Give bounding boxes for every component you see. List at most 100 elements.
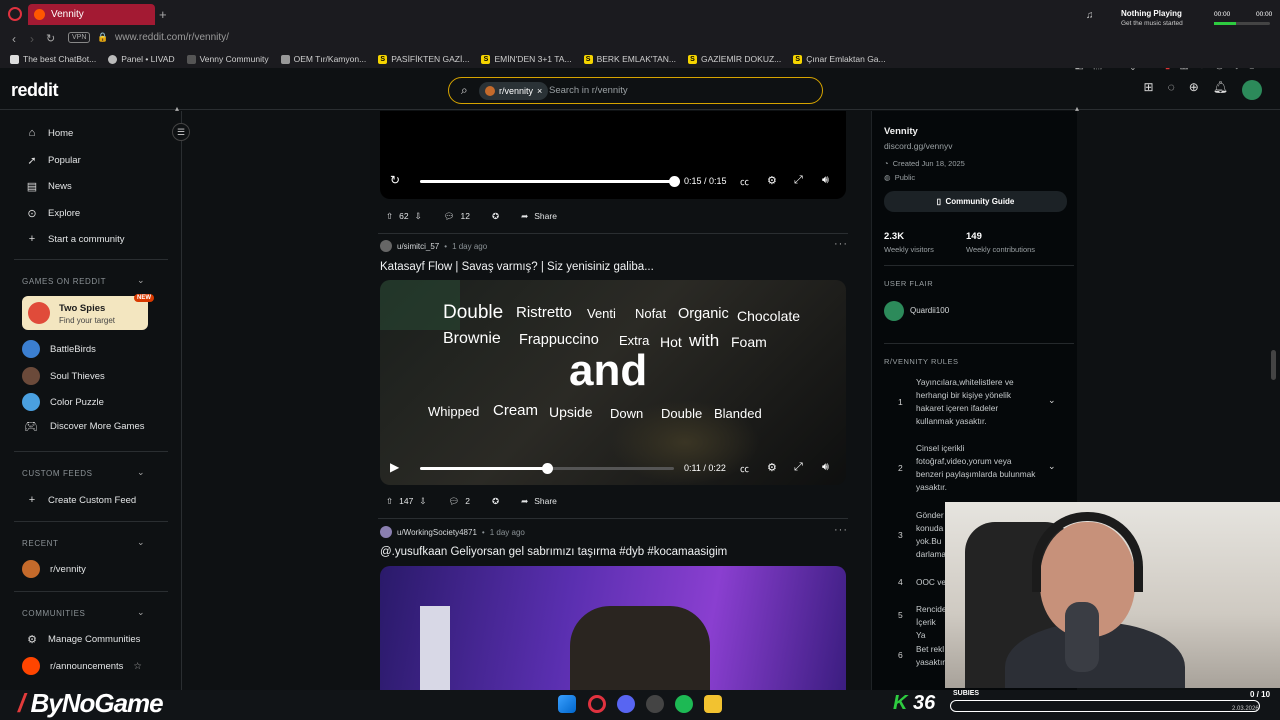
flair-avatar[interactable] xyxy=(884,301,904,321)
browser-tab[interactable]: Vennity xyxy=(28,4,155,25)
sidebar-discover-games[interactable]: 🎮︎ Discover More Games xyxy=(22,420,144,433)
windows-start-icon[interactable] xyxy=(558,695,576,713)
community-name[interactable]: Vennity xyxy=(884,126,918,137)
chevron-down-icon[interactable]: ⌄ xyxy=(1048,395,1056,406)
bookmark-item[interactable]: OEM Tır/Kamyon... xyxy=(280,54,366,64)
sidebar-game-soul-thieves[interactable]: Soul Thieves xyxy=(22,367,105,385)
fullscreen-icon[interactable]: ⤢ xyxy=(794,174,803,187)
captions-icon[interactable]: ㏄ xyxy=(740,175,749,188)
chevron-down-icon[interactable]: ⌄ xyxy=(1048,461,1056,472)
bookmark-item[interactable]: S GAZİEMİR DOKUZ... xyxy=(687,54,781,64)
sidebar-game-color-puzzle[interactable]: Color Puzzle xyxy=(22,393,104,411)
opera-logo-icon[interactable] xyxy=(8,7,22,21)
rule-text[interactable]: Gönder konuda yok.Bu darlama xyxy=(916,509,946,561)
reload-icon[interactable]: ↻ xyxy=(46,32,55,45)
rule-text[interactable]: OOC ve xyxy=(916,576,946,589)
post-options-icon[interactable]: ··· xyxy=(834,524,848,536)
video-progress[interactable] xyxy=(420,176,680,187)
sidebar-item-explore[interactable]: ⊙ Explore xyxy=(26,207,80,220)
scroll-up-icon[interactable]: ▴ xyxy=(175,104,179,113)
vpn-badge[interactable]: VPN xyxy=(68,32,91,43)
search-box[interactable]: ⌕ r/vennity × Search in r/vennity xyxy=(448,77,823,104)
bookmark-item[interactable]: Panel • LIVAD xyxy=(108,54,175,64)
url-field[interactable]: www.reddit.com/r/vennity/ xyxy=(115,32,229,43)
bookmark-item[interactable]: S EMİN'DEN 3+1 TA... xyxy=(481,54,572,64)
scroll-up-icon[interactable]: ▴ xyxy=(1075,104,1079,113)
star-icon[interactable]: ☆ xyxy=(133,661,142,672)
sidebar-item-news[interactable]: ▤ News xyxy=(26,180,72,193)
fullscreen-icon[interactable]: ⤢ xyxy=(794,461,803,474)
chip-close-icon[interactable]: × xyxy=(537,86,542,96)
settings-gear-icon[interactable]: ⚙ xyxy=(767,174,777,187)
file-explorer-icon[interactable] xyxy=(704,695,722,713)
share-button[interactable]: ➦ Share xyxy=(515,491,563,511)
sidebar-item-start-community[interactable]: + Start a community xyxy=(26,233,125,245)
community-announcements[interactable]: r/announcements ☆ xyxy=(22,657,142,675)
video-progress[interactable] xyxy=(420,463,674,474)
forward-icon[interactable]: › xyxy=(30,32,34,46)
collapse-sidebar-icon[interactable]: ☰ xyxy=(172,123,190,141)
award-button[interactable]: ✪ xyxy=(486,491,505,511)
sidebar-game-battlebirds[interactable]: BattleBirds xyxy=(22,340,96,358)
award-button[interactable]: ✪ xyxy=(486,206,505,226)
recent-header[interactable]: RECENT xyxy=(22,539,59,548)
comments-button[interactable]: 💬︎ 2 xyxy=(442,491,476,511)
chat-icon[interactable]: ◌ xyxy=(1168,80,1175,100)
obs-icon[interactable] xyxy=(646,695,664,713)
chevron-down-icon[interactable]: ⌄ xyxy=(137,607,145,618)
post-video[interactable] xyxy=(380,566,846,690)
bookmark-item[interactable]: Venny Community xyxy=(186,54,269,64)
community-guide-button[interactable]: ▯ Community Guide xyxy=(884,191,1067,212)
post-options-icon[interactable]: ··· xyxy=(834,238,848,250)
music-volume-bar[interactable] xyxy=(1214,22,1270,25)
play-icon[interactable]: ▶ xyxy=(390,460,399,474)
sidebar-item-popular[interactable]: ➚ Popular xyxy=(26,154,80,167)
notifications-icon[interactable]: 🔔︎ xyxy=(1213,80,1228,100)
back-icon[interactable]: ‹ xyxy=(12,32,16,46)
sidebar-item-home[interactable]: ⌂ Home xyxy=(26,127,74,139)
captions-icon[interactable]: ㏄ xyxy=(740,462,749,475)
chevron-down-icon[interactable]: ⌄ xyxy=(137,537,145,548)
featured-game-card[interactable]: Two Spies Find your target xyxy=(22,296,148,330)
chevron-down-icon[interactable]: ⌄ xyxy=(137,467,145,478)
reddit-logo[interactable]: reddit xyxy=(11,80,59,101)
communities-header[interactable]: COMMUNITIES xyxy=(22,609,86,618)
chevron-down-icon[interactable]: ⌄ xyxy=(137,275,145,286)
downvote-icon[interactable]: ⇩ xyxy=(415,211,422,222)
create-custom-feed[interactable]: + Create Custom Feed xyxy=(26,494,136,506)
page-scrollbar[interactable] xyxy=(1271,350,1276,380)
share-button[interactable]: ➦ Share xyxy=(515,206,563,226)
bookmark-item[interactable]: The best ChatBot... xyxy=(10,54,96,64)
new-tab-icon[interactable]: + xyxy=(159,7,167,22)
author-avatar[interactable] xyxy=(380,526,392,538)
rule-text[interactable]: Rencide İçerik Ya xyxy=(916,603,946,642)
upvote-icon[interactable]: ⇧ xyxy=(386,496,393,507)
replay-icon[interactable]: ↻ xyxy=(390,173,400,187)
advertise-icon[interactable]: ⊞ xyxy=(1144,80,1154,100)
post-author[interactable]: u/simitci_57 xyxy=(397,242,439,251)
search-community-chip[interactable]: r/vennity × xyxy=(479,82,549,100)
downvote-icon[interactable]: ⇩ xyxy=(419,496,426,507)
community-link[interactable]: discord.gg/vennyv xyxy=(884,141,953,151)
discord-icon[interactable] xyxy=(617,695,635,713)
author-avatar[interactable] xyxy=(380,240,392,252)
volume-icon[interactable]: 🔊︎ xyxy=(822,174,829,187)
user-avatar[interactable] xyxy=(1242,80,1262,100)
rule-text[interactable]: Cinsel içerikli fotoğraf,video,yorum vey… xyxy=(916,442,1036,494)
custom-feeds-header[interactable]: CUSTOM FEEDS xyxy=(22,469,93,478)
spotify-icon[interactable] xyxy=(675,695,693,713)
opera-taskbar-icon[interactable] xyxy=(588,695,606,713)
lock-icon[interactable]: 🔒 xyxy=(97,32,108,43)
flair-username[interactable]: Quardii100 xyxy=(910,306,949,315)
bookmark-item[interactable]: S PASİFİKTEN GAZİ... xyxy=(378,54,469,64)
games-header[interactable]: GAMES ON REDDIT xyxy=(22,277,106,286)
post-author[interactable]: u/WorkingSociety4871 xyxy=(397,528,477,537)
comments-button[interactable]: 💬︎ 12 xyxy=(438,206,476,226)
post-title[interactable]: Katasayf Flow | Savaş varmış? | Siz yeni… xyxy=(380,261,654,273)
create-post-icon[interactable]: ⊕ xyxy=(1189,80,1199,100)
upvote-icon[interactable]: ⇧ xyxy=(386,211,393,222)
search-input[interactable]: Search in r/vennity xyxy=(549,85,628,96)
recent-item-vennity[interactable]: r/vennity xyxy=(22,560,86,578)
manage-communities[interactable]: ⚙ Manage Communities xyxy=(26,633,140,646)
rule-text[interactable]: Bet rekl yasaktır xyxy=(916,643,946,669)
